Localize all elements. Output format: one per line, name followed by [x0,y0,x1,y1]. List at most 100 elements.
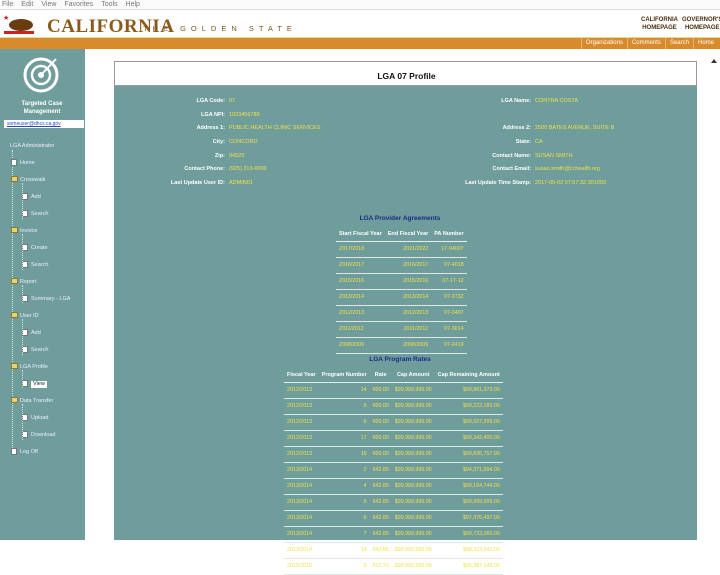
field-value: 07 [229,98,236,104]
menu-view[interactable]: View [41,1,56,8]
menu-file[interactable]: File [2,1,13,8]
table-row: 2012/2013 6 600.00 $99,999,999.00 $99,927,39… [284,414,503,431]
table-row: 2013/2014 4 642.85 $99,999,999.00 $99,164,74… [284,478,503,495]
table-cell: 2013/2014 [336,289,385,306]
table-cell: 2012/2013 [336,305,385,322]
table-cell: 2013/2014 [284,542,319,559]
table-cell: 2015/2016 [384,273,432,290]
california-homepage-link[interactable]: CALIFORNIA HOMEPAGE [641,16,678,32]
table-cell: 642.85 [369,542,392,559]
document-icon [11,448,17,455]
field-value: ADMIN01 [229,180,253,186]
governors-homepage-link[interactable]: GOVERNOR'S HOMEPAGE [682,16,720,32]
field-label: LGA Code: [196,98,225,104]
field-label: Last Update User ID: [170,180,225,186]
column-header: End Fiscal Year [384,228,432,242]
table-row: 2012/2013 14 600.00 $99,999,999.00 $99,861,3… [284,382,503,399]
table-cell: $99,164,744.00 [434,478,503,495]
table-row: 2015/2016 5 512.70 $99,999,999.00 $95,387,14… [284,558,503,575]
tree-item-search[interactable]: Search [31,211,48,218]
menu-help[interactable]: Help [126,1,140,8]
svg-text:★: ★ [3,14,9,22]
tree-item-summary-lga[interactable]: Summary - LGA [31,296,70,303]
table-cell: $99,999,999.00 [391,382,435,399]
tree-item-search[interactable]: Search [31,347,48,354]
tree-item-data-transfer[interactable]: Data Transfer [20,398,53,405]
page-scrollbar[interactable] [701,49,720,540]
table-cell: 600.00 [369,382,392,399]
table-cell: 2011/2012 [384,321,432,338]
table-row: 2013/2014 14 642.85 $99,999,999.00 $98,323,0… [284,542,503,559]
tree-item-log-off[interactable]: Log Off [20,449,38,456]
nav-home[interactable]: Home [692,38,718,49]
table-row: 2013/2014 5 642.85 $99,999,999.00 $99,999,99… [284,494,503,511]
field-label: LGA NPI: [201,112,225,118]
table-row: 2012/2013 17 600.00 $99,999,999.00 $99,342,4… [284,430,503,447]
folder-icon [11,363,18,369]
table-cell: 2012/2013 [284,446,319,463]
nav-organizations[interactable]: Organizations [580,38,627,49]
table-cell: 2017/2018 [336,241,385,258]
tree-item-add[interactable]: Add [31,330,41,337]
folder-icon [11,176,18,182]
table-cell: 5 [318,558,370,575]
tree-item-upload[interactable]: Upload [31,415,48,422]
table-cell: 2012/2013 [284,382,319,399]
table-row: 2012/2013 5 600.00 $99,999,999.00 $99,222,18… [284,398,503,415]
table-cell: 2013/2014 [284,478,319,495]
table-cell: 07-17-12 [431,273,467,290]
tree-item-view[interactable]: View [31,381,47,388]
column-header: Cap Amount [391,369,435,383]
table-cell: $99,999,999.00 [391,510,435,527]
field-value: CONTRA COSTA [535,98,578,104]
nav-comments[interactable]: Comments [626,38,665,49]
table-cell: 2008/2009 [384,337,432,354]
table-cell: 600.00 [369,398,392,415]
table-cell: $94,371,504.00 [434,462,503,479]
table-cell: 642.85 [369,478,392,495]
column-header: Cap Remaining Amount [434,369,503,383]
table-cell: $99,222,183.00 [434,398,503,415]
table-cell: 16 [318,446,370,463]
user-email-link[interactable]: someuser@dhcs.ca.gov [4,120,84,128]
column-header: PA Number [431,228,467,242]
table-cell: 600.00 [369,446,392,463]
tree-item-download[interactable]: Download [31,432,55,439]
tree-item-home[interactable]: Home [20,160,35,167]
table-row: 2013/2014 2013/2014 07-3732 [336,289,467,306]
table-cell: 2021/2022 [384,241,432,258]
table-cell: 6 [318,510,370,527]
menu-edit[interactable]: Edit [21,1,33,8]
tree-item-add[interactable]: Add [31,194,41,201]
table-cell: 07-3407 [431,305,467,322]
tree-item-search[interactable]: Search [31,262,48,269]
menu-favorites[interactable]: Favorites [64,1,93,8]
tree-item-create[interactable]: Create [31,245,48,252]
field-value: 1023456789 [229,112,260,118]
field-value: CA [535,139,543,145]
tree-item-crosswalk[interactable]: Crosswalk [20,177,45,184]
table-cell: $99,999,999.00 [391,462,435,479]
table-cell: 07-3732 [431,289,467,306]
table-cell: 2012/2013 [284,398,319,415]
table-cell: 6 [318,414,370,431]
table-cell: $95,387,149.00 [434,558,503,575]
field-value: 94520 [229,153,245,159]
table-row: 2013/2014 6 642.85 $99,999,999.00 $97,376,49… [284,510,503,527]
table-cell: 600.00 [369,430,392,447]
field-value: PUBLIC HEALTH CLINIC SERVICES [229,125,321,131]
table-row: 2008/2009 2008/2009 07-2419 [336,337,467,354]
scroll-up-icon[interactable] [711,59,717,63]
menu-tools[interactable]: Tools [101,1,117,8]
folder-icon [11,397,18,403]
rates-title: LGA Program Rates [369,356,431,363]
field-label: Address 2: [502,125,531,131]
tree-item-lga-administrator[interactable]: LGA Administrator [10,143,54,150]
table-cell: 2008/2009 [336,337,385,354]
title-bar: LGA 07 Profile [114,61,697,86]
table-cell: 2016/2017 [384,257,432,274]
table-cell: $99,927,399.00 [434,414,503,431]
table-cell: $99,999,999.00 [391,558,435,575]
nav-search[interactable]: Search [664,38,693,49]
tree-item-lga-profile[interactable]: LGA Profile [20,364,48,371]
